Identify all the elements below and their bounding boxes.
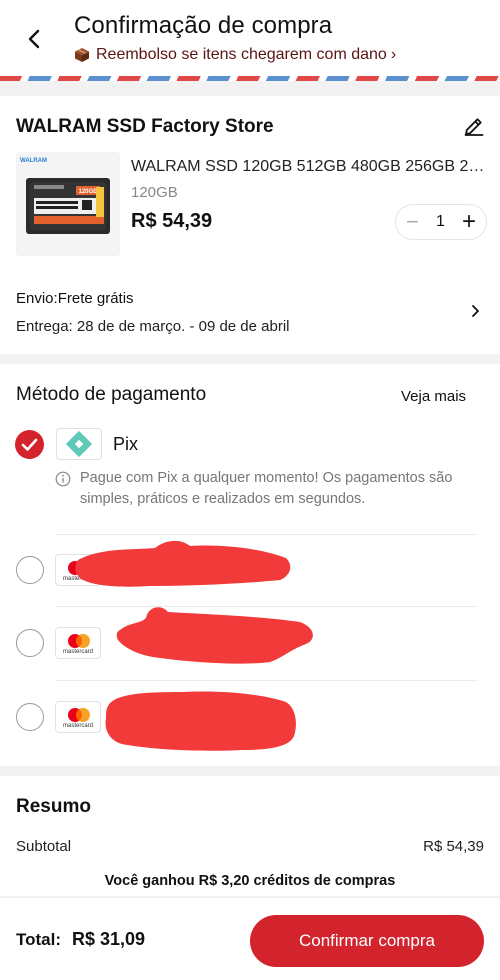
ssd-image: WALRAM 120GB xyxy=(16,152,120,256)
payment-title: Método de pagamento xyxy=(16,384,207,405)
subtotal-value: R$ 54,39 xyxy=(423,838,484,855)
increase-quantity-button[interactable]: + xyxy=(462,210,476,234)
brand-mark: WALRAM xyxy=(20,158,47,164)
confirm-purchase-button[interactable]: Confirmar compra xyxy=(250,915,484,967)
airmail-stripe xyxy=(0,76,500,81)
card-radio-1[interactable] xyxy=(16,556,44,584)
subtotal-label: Subtotal xyxy=(16,838,72,855)
redaction-mark xyxy=(105,691,296,751)
delivery-date[interactable]: Entrega: 28 de de março. - 09 de de abri… xyxy=(16,318,290,335)
divider xyxy=(55,680,478,681)
total-value: R$ 31,09 xyxy=(72,929,146,949)
refund-banner[interactable]: Reembolso se itens chegarem com dano › xyxy=(74,45,396,65)
pix-label[interactable]: Pix xyxy=(113,434,138,455)
page-title: Confirmação de compra xyxy=(74,12,333,39)
back-arrow-icon[interactable] xyxy=(22,26,48,52)
refund-text: Reembolso se itens chegarem com dano xyxy=(96,46,387,63)
pix-radio-selected[interactable] xyxy=(15,430,44,459)
store-name: WALRAM SSD Factory Store xyxy=(16,116,274,137)
chevron-right-icon: › xyxy=(390,46,397,63)
quantity-value: 1 xyxy=(435,213,445,230)
pencil-icon[interactable] xyxy=(462,114,486,138)
product-price: R$ 54,39 xyxy=(131,210,213,232)
redaction-mark xyxy=(75,540,291,587)
credit-earned-text: Você ganhou R$ 3,20 créditos de compras xyxy=(104,873,396,889)
mastercard-logo-icon: mastercard xyxy=(55,627,101,659)
checkout-bar: Total: R$ 31,09 Confirmar compra xyxy=(0,897,500,980)
payment-card: Método de pagamento Veja mais Pix Pague … xyxy=(0,364,500,766)
mastercard-wordmark: mastercard xyxy=(62,649,93,655)
chevron-right-icon[interactable] xyxy=(468,304,482,318)
info-icon xyxy=(55,471,71,487)
divider xyxy=(55,534,478,535)
store-card: WALRAM SSD Factory Store WALRAM 120GB WA… xyxy=(0,96,500,354)
capacity-label: 120GB xyxy=(78,189,98,195)
see-more-link[interactable]: Veja mais xyxy=(401,388,466,405)
product-title[interactable]: WALRAM SSD 120GB 512GB 480GB 256GB 240GB… xyxy=(131,158,486,176)
summary-title: Resumo xyxy=(16,796,91,817)
redaction-mark xyxy=(116,607,313,664)
shipping-label[interactable]: Envio:Frete grátis xyxy=(16,290,134,307)
total-label: Total: xyxy=(16,930,62,949)
pix-logo-icon xyxy=(56,428,102,460)
package-icon xyxy=(75,48,89,62)
check-icon xyxy=(21,438,38,451)
mastercard-wordmark: mastercard xyxy=(62,723,93,729)
summary-card: Resumo Subtotal R$ 54,39 Você ganhou R$ … xyxy=(0,776,500,896)
product-image[interactable]: WALRAM 120GB xyxy=(16,152,120,256)
card-radio-3[interactable] xyxy=(16,703,44,731)
card-radio-2[interactable] xyxy=(16,629,44,657)
header: Confirmação de compra Reembolso se itens… xyxy=(0,0,500,81)
quantity-stepper: − 1 + xyxy=(395,204,487,240)
mastercard-logo-icon: mastercard xyxy=(55,701,101,733)
pix-info-text: Pague com Pix a qualquer momento! Os pag… xyxy=(80,470,453,507)
product-variant[interactable]: 120GB xyxy=(131,184,178,201)
decrease-quantity-button[interactable]: − xyxy=(406,211,419,233)
